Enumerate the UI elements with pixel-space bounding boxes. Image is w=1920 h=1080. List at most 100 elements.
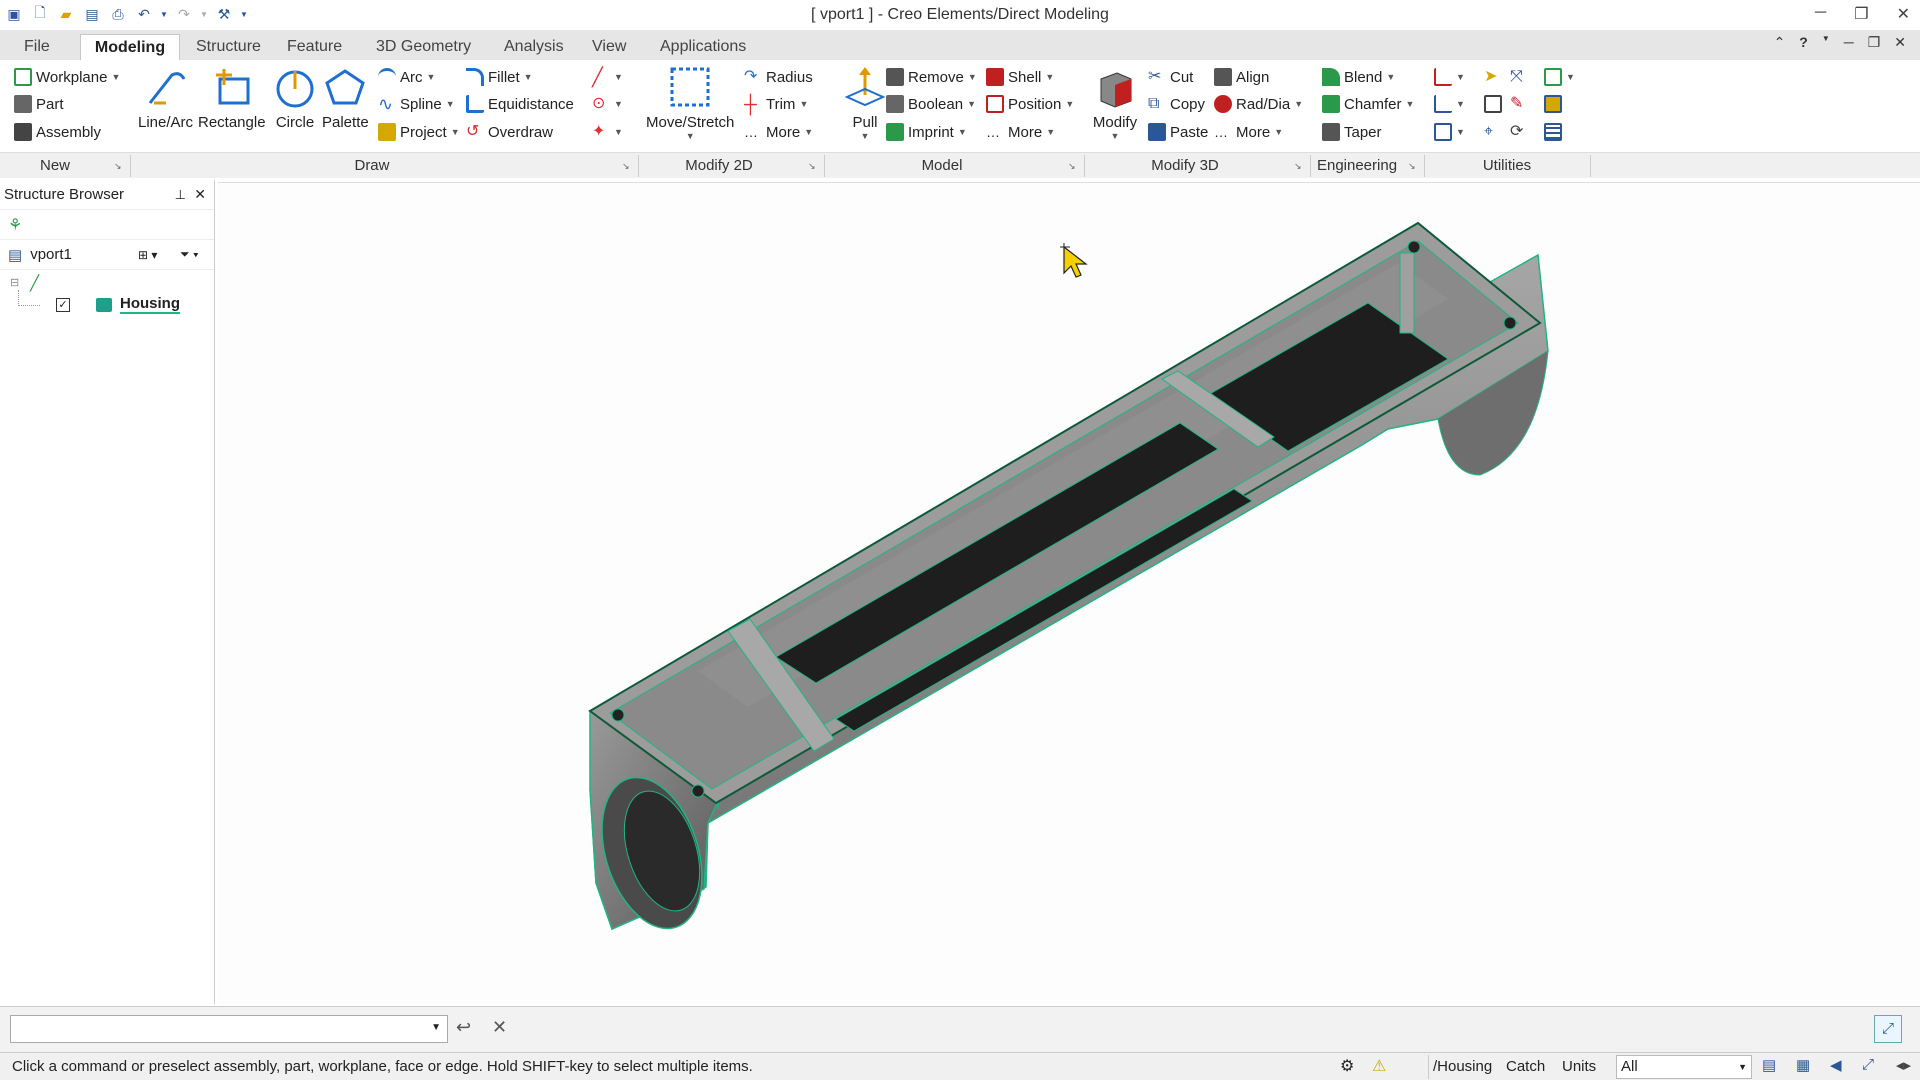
rad-dia-button[interactable]: Rad/Dia ▼	[1214, 92, 1303, 116]
help-icon[interactable]: ?	[1799, 34, 1808, 51]
workplane-button[interactable]: Workplane ▼	[14, 65, 120, 89]
modify-icon	[1092, 64, 1138, 110]
spline-button[interactable]: ∿ Spline ▼	[378, 92, 455, 116]
tree-item-housing[interactable]: Housing	[120, 295, 180, 314]
tab-file[interactable]: File	[14, 34, 60, 60]
viewport-3d[interactable]	[218, 182, 1920, 1004]
tab-3d-geometry[interactable]: 3D Geometry	[366, 34, 481, 60]
model-more-button[interactable]: … More ▼	[986, 120, 1055, 144]
move-stretch-button[interactable]: Move/Stretch ▼	[646, 64, 734, 141]
line-arc-button[interactable]: Line/Arc	[138, 64, 193, 131]
measure-button[interactable]: ▼	[1434, 65, 1465, 89]
view-icon-1[interactable]: ▤	[1762, 1056, 1776, 1074]
trim-button[interactable]: ┼ Trim ▼	[744, 92, 808, 116]
paste-button[interactable]: Paste	[1148, 120, 1208, 144]
warning-icon[interactable]: ⚠	[1372, 1056, 1386, 1076]
arc-button[interactable]: Arc ▼	[378, 65, 435, 89]
fit-view-icon[interactable]: ⤢	[1874, 1015, 1902, 1043]
collapse-ribbon-icon[interactable]: ⌃	[1774, 34, 1786, 51]
info-button[interactable]	[1484, 92, 1502, 116]
collapse-tree-icon[interactable]: ⊟	[10, 276, 19, 289]
project-button[interactable]: Project ▼	[378, 120, 460, 144]
circle-button[interactable]: Circle	[272, 64, 318, 131]
tab-view[interactable]: View	[582, 34, 636, 60]
blend-button[interactable]: Blend ▼	[1322, 65, 1395, 89]
restore-icon[interactable]: ❐	[1854, 4, 1868, 24]
angle-button[interactable]: ▼	[1434, 92, 1465, 116]
draw-expand-icon[interactable]: ↘	[622, 161, 630, 172]
doc-close-icon[interactable]: ✕	[1894, 34, 1906, 51]
enter-icon[interactable]: ↩	[456, 1017, 471, 1038]
tab-analysis[interactable]: Analysis	[494, 34, 574, 60]
imprint-button[interactable]: Imprint ▼	[886, 120, 967, 144]
modify3d-expand-icon[interactable]: ↘	[1294, 161, 1302, 172]
line-tool-button[interactable]: ╱ ▼	[592, 65, 623, 89]
check-button[interactable]: ▼	[1434, 120, 1465, 144]
equidistance-button[interactable]: Equidistance	[466, 92, 574, 116]
catch-button[interactable]: Catch	[1506, 1058, 1545, 1075]
debug-icon[interactable]: ⚙	[1340, 1056, 1354, 1076]
palette-button[interactable]: Palette	[322, 64, 369, 131]
edit-button[interactable]: ✎	[1510, 92, 1528, 116]
doc-minimize-icon[interactable]: ─	[1844, 34, 1854, 51]
table-button[interactable]	[1544, 120, 1562, 144]
part-button[interactable]: Part	[14, 92, 64, 116]
section-button[interactable]: ⌖	[1484, 120, 1502, 144]
remove-button[interactable]: Remove ▼	[886, 65, 977, 89]
pull-button[interactable]: Pull ▼	[842, 64, 888, 141]
engineering-expand-icon[interactable]: ↘	[1408, 161, 1416, 172]
close-panel-icon[interactable]: ✕	[194, 186, 206, 203]
copy-button[interactable]: ⧉ Copy	[1148, 92, 1205, 116]
tab-applications[interactable]: Applications	[650, 34, 756, 60]
modify2d-more-button[interactable]: … More ▼	[744, 120, 813, 144]
rectangle-button[interactable]: Rectangle	[198, 64, 266, 131]
close-icon[interactable]: ✕	[1897, 4, 1910, 24]
tab-feature[interactable]: Feature	[277, 34, 352, 60]
group-model-label: Model	[921, 157, 963, 174]
transform-button[interactable]: ⤧	[1510, 65, 1528, 89]
refresh-button[interactable]: ⟳	[1510, 120, 1528, 144]
boolean-button[interactable]: Boolean ▼	[886, 92, 976, 116]
modify-button[interactable]: Modify ▼	[1092, 64, 1138, 141]
shell-button[interactable]: Shell ▼	[986, 65, 1054, 89]
tree-icon[interactable]: ⚘	[8, 215, 22, 235]
overdraw-button[interactable]: ↺ Overdraw	[466, 120, 553, 144]
new-expand-icon[interactable]: ↘	[114, 161, 122, 172]
view-icon-5[interactable]: ◂▸	[1896, 1056, 1911, 1074]
radius-button[interactable]: ↷ Radius	[744, 65, 813, 89]
chamfer-button[interactable]: Chamfer ▼	[1322, 92, 1414, 116]
tab-structure[interactable]: Structure	[186, 34, 271, 60]
binoculars-icon[interactable]: ⊞ ▾	[138, 248, 157, 262]
housing-model[interactable]	[218, 183, 1920, 1005]
tab-modeling[interactable]: Modeling	[80, 34, 180, 60]
point-tool-button[interactable]: ✦ ▼	[592, 120, 623, 144]
browser-root-label[interactable]: vport1	[30, 246, 72, 263]
doc-restore-icon[interactable]: ❐	[1868, 34, 1881, 51]
help-dropdown-icon[interactable]: ▼	[1822, 34, 1830, 51]
view-icon-3[interactable]: ◀	[1830, 1056, 1842, 1074]
minimize-icon[interactable]: ─	[1815, 4, 1826, 24]
circle-tool-button[interactable]: ⊙ ▼	[592, 92, 623, 116]
modify2d-expand-icon[interactable]: ↘	[808, 161, 816, 172]
pin-icon[interactable]: ⊥	[175, 187, 186, 203]
align-button[interactable]: Align	[1214, 65, 1269, 89]
command-dropdown-icon[interactable]: ▼	[431, 1022, 441, 1033]
position-button[interactable]: Position ▼	[986, 92, 1074, 116]
housing-visibility-checkbox[interactable]: ✓	[56, 298, 70, 312]
fillet-button[interactable]: Fillet ▼	[466, 65, 533, 89]
color-button[interactable]	[1544, 92, 1562, 116]
modify3d-more-button[interactable]: … More ▼	[1214, 120, 1283, 144]
filter-select[interactable]: All ▼	[1616, 1055, 1752, 1079]
view-icon-4[interactable]: ⤢	[1862, 1056, 1874, 1073]
filter-icon[interactable]: ⏷ ▾	[180, 247, 199, 262]
assembly-button[interactable]: Assembly	[14, 120, 101, 144]
box-button[interactable]: ▼	[1544, 65, 1575, 89]
view-icon-2[interactable]: ▦	[1796, 1056, 1810, 1074]
select-button[interactable]: ➤	[1484, 65, 1502, 89]
taper-button[interactable]: Taper	[1322, 120, 1382, 144]
model-expand-icon[interactable]: ↘	[1068, 161, 1076, 172]
units-button[interactable]: Units	[1562, 1058, 1596, 1075]
cut-button[interactable]: ✂ Cut	[1148, 65, 1193, 89]
command-input[interactable]: ▼	[10, 1015, 448, 1043]
cancel-command-icon[interactable]: ✕	[492, 1017, 507, 1038]
